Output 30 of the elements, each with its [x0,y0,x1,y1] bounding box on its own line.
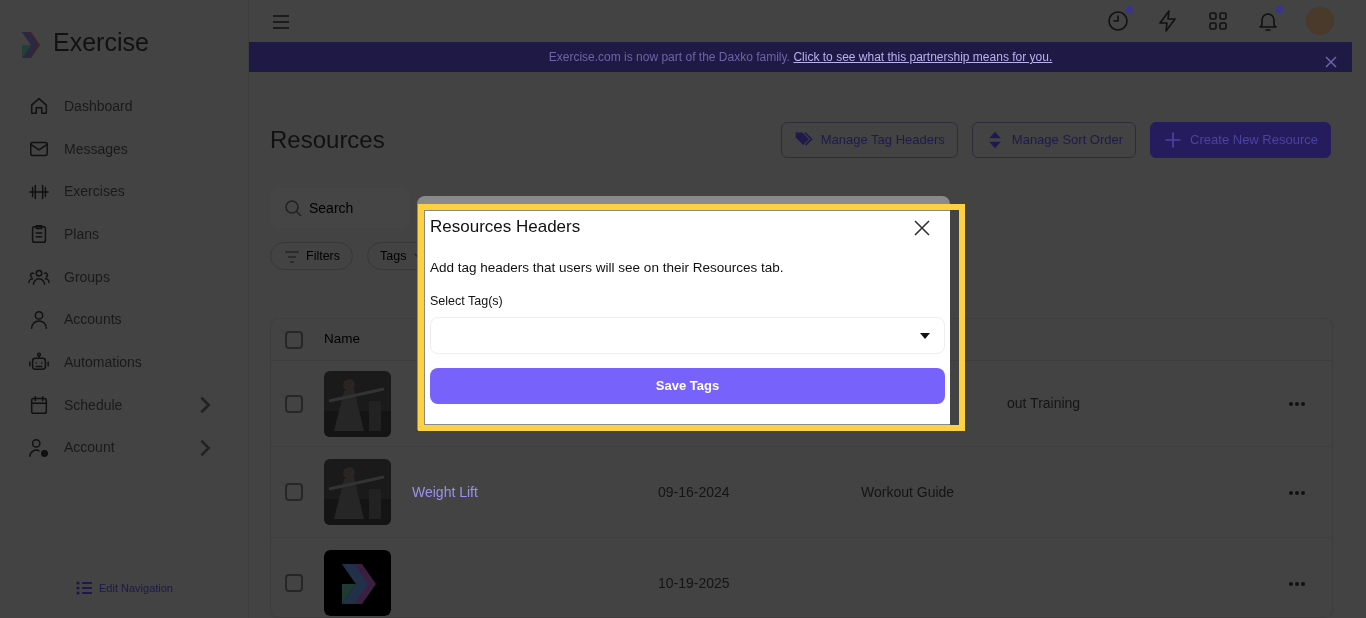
clock-icon [1106,9,1130,34]
checkbox[interactable] [285,394,303,413]
modal-title: Resources Headers [430,217,581,238]
more-icon [1288,580,1306,587]
banner-link[interactable]: Click to see what this partnership means for you. [793,48,1053,67]
toolbar-button[interactable] [1256,9,1280,34]
checkbox[interactable] [285,483,303,501]
select-field[interactable] [430,317,945,354]
person-icon [28,308,50,331]
create-button[interactable]: Create New Resource [1150,122,1331,158]
banner-text: Exercise.com is now part of the Daxko family. [548,49,790,67]
checkbox[interactable] [285,574,303,592]
plus-icon [1163,130,1184,150]
more-icon [1288,401,1306,408]
list-icon [75,579,92,597]
calendar-icon [28,394,50,417]
close-icon [1324,55,1338,70]
close-button[interactable] [913,217,931,238]
save-button[interactable]: Save Tags [430,368,945,404]
close-icon [913,219,931,238]
more-icon [1288,489,1306,496]
search-icon [284,199,302,217]
field-label: Select Tag(s) [430,293,504,311]
caret-icon [920,332,930,339]
column-header: Name [324,330,360,349]
avatar[interactable] [1306,7,1334,36]
resource-link[interactable]: Weight Lift [412,483,478,500]
logo-icon [324,550,391,616]
checkbox[interactable] [285,330,303,349]
toolbar-button[interactable] [1106,9,1130,34]
